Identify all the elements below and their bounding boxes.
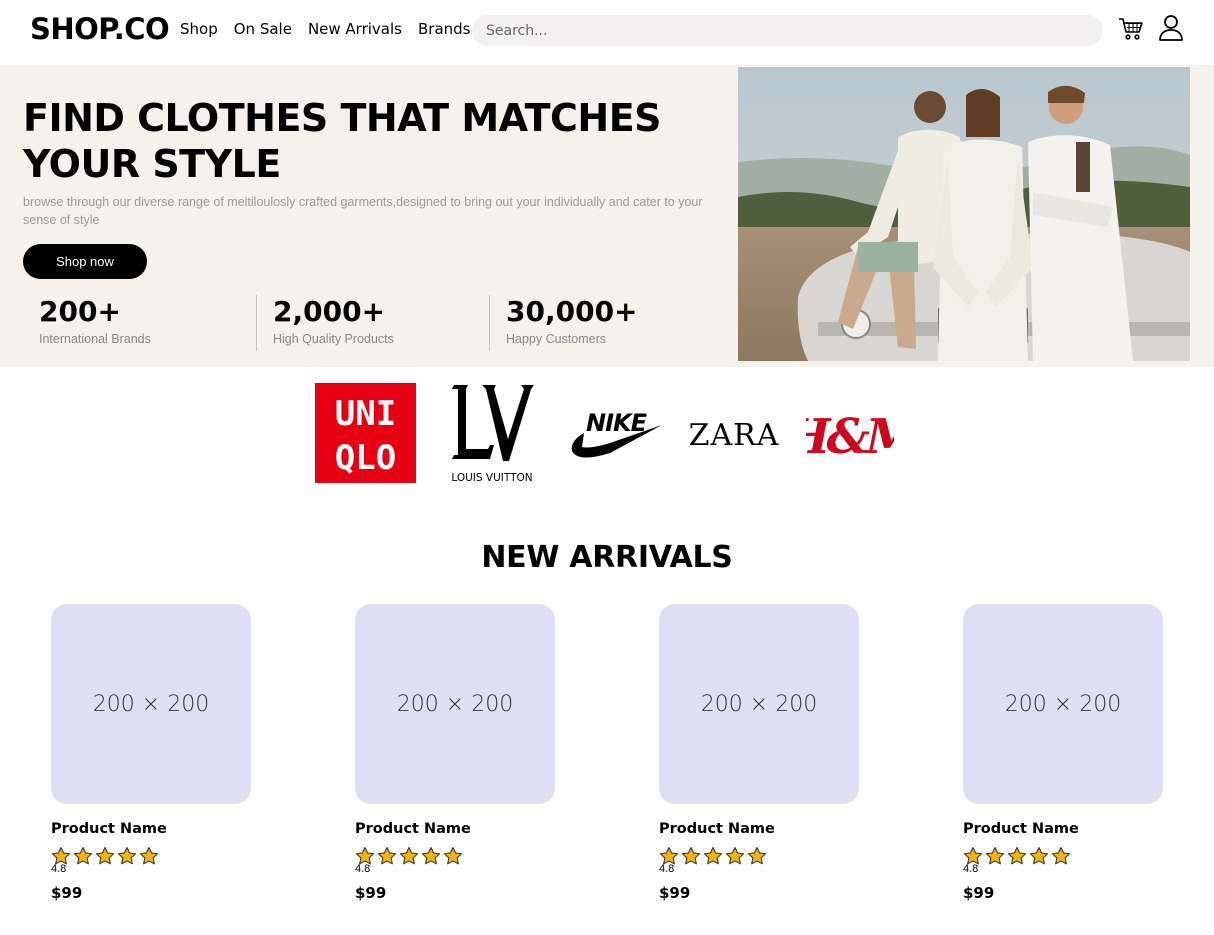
product-name[interactable]: Product Name: [355, 821, 575, 837]
hero-image: [738, 67, 1190, 361]
star-icon: [1029, 846, 1049, 866]
stat-divider: [256, 295, 257, 351]
uniqlo-logo[interactable]: UNI QLO: [315, 383, 416, 483]
product-price: $99: [355, 884, 387, 902]
nav-link-shop[interactable]: Shop: [180, 20, 218, 38]
star-icon: [421, 846, 441, 866]
hero-title-line-2: YOUR STYLE: [23, 142, 281, 186]
stat-value: 30,000+: [506, 295, 638, 328]
hero-title-line-1: FIND CLOTHES THAT MATCHES: [23, 96, 662, 140]
main-nav: Shop On Sale New Arrivals Brands: [180, 20, 470, 38]
star-icon: [985, 846, 1005, 866]
hm-logo[interactable]: H&M: [806, 401, 894, 467]
star-icon: [681, 846, 701, 866]
stat-customers: 30,000+ Happy Customers: [506, 295, 638, 351]
hero-banner: FIND CLOTHES THAT MATCHES YOUR STYLE bro…: [0, 65, 1214, 367]
product-price: $99: [659, 884, 691, 902]
cart-icon[interactable]: [1118, 16, 1144, 42]
nav-link-brands[interactable]: Brands: [418, 20, 471, 38]
product-card[interactable]: 200 × 200 Product Name 4.8 $99: [659, 604, 879, 902]
new-arrivals-title: NEW ARRIVALS: [481, 540, 733, 575]
product-name[interactable]: Product Name: [51, 821, 271, 837]
star-icon: [1007, 846, 1027, 866]
product-price: $99: [963, 884, 995, 902]
product-name[interactable]: Product Name: [963, 821, 1183, 837]
star-icon: [443, 846, 463, 866]
stat-brands: 200+ International Brands: [39, 295, 151, 351]
nike-logo[interactable]: NIKE: [570, 403, 664, 459]
product-name[interactable]: Product Name: [659, 821, 879, 837]
star-icon: [377, 846, 397, 866]
louis-vuitton-caption: LOUIS VUITTON: [451, 472, 532, 484]
product-image-placeholder[interactable]: 200 × 200: [355, 604, 555, 804]
hero-title: FIND CLOTHES THAT MATCHES YOUR STYLE: [23, 95, 663, 187]
product-price: $99: [51, 884, 83, 902]
site-header: SHOP.CO Shop On Sale New Arrivals Brands: [0, 0, 1214, 64]
product-card[interactable]: 200 × 200 Product Name 4.8 $99: [51, 604, 271, 902]
nav-link-on-sale[interactable]: On Sale: [234, 20, 292, 38]
product-image-placeholder[interactable]: 200 × 200: [963, 604, 1163, 804]
stat-divider: [489, 295, 490, 351]
star-icon: [703, 846, 723, 866]
hm-logo-text: H&M: [806, 409, 894, 465]
site-logo[interactable]: SHOP.CO: [30, 12, 170, 46]
star-icon: [117, 846, 137, 866]
star-icon: [399, 846, 419, 866]
nav-link-new-arrivals[interactable]: New Arrivals: [308, 20, 402, 38]
stat-label: High Quality Products: [273, 332, 394, 346]
star-icon: [139, 846, 159, 866]
stat-value: 200+: [39, 295, 121, 328]
zara-logo[interactable]: ZARA: [684, 413, 784, 453]
stat-label: Happy Customers: [506, 332, 607, 346]
star-icon: [747, 846, 767, 866]
search-input[interactable]: [472, 15, 1103, 46]
stat-value: 2,000+: [273, 295, 386, 328]
star-icon: [725, 846, 745, 866]
zara-logo-text: ZARA: [689, 418, 780, 453]
uniqlo-logo-text-bottom: QLO: [335, 438, 396, 478]
user-icon[interactable]: [1158, 14, 1184, 42]
star-icon: [95, 846, 115, 866]
uniqlo-logo-text-top: UNI: [335, 394, 396, 434]
louis-vuitton-logo[interactable]: LOUIS VUITTON: [448, 381, 536, 485]
product-card[interactable]: 200 × 200 Product Name 4.8 $99: [355, 604, 575, 902]
shop-now-button[interactable]: Shop now: [23, 244, 147, 279]
hero-description: browse through our diverse range of melt…: [23, 195, 703, 227]
stat-products: 2,000+ High Quality Products: [273, 295, 394, 351]
star-icon: [73, 846, 93, 866]
brand-logos: UNI QLO LOUIS VUITTON NIKE ZARA H&M: [0, 375, 1214, 490]
product-image-placeholder[interactable]: 200 × 200: [659, 604, 859, 804]
product-card[interactable]: 200 × 200 Product Name 4.8 $99: [963, 604, 1183, 902]
svg-text:NIKE: NIKE: [586, 409, 648, 437]
star-icon: [1051, 846, 1071, 866]
product-image-placeholder[interactable]: 200 × 200: [51, 604, 251, 804]
stat-label: International Brands: [39, 332, 151, 346]
